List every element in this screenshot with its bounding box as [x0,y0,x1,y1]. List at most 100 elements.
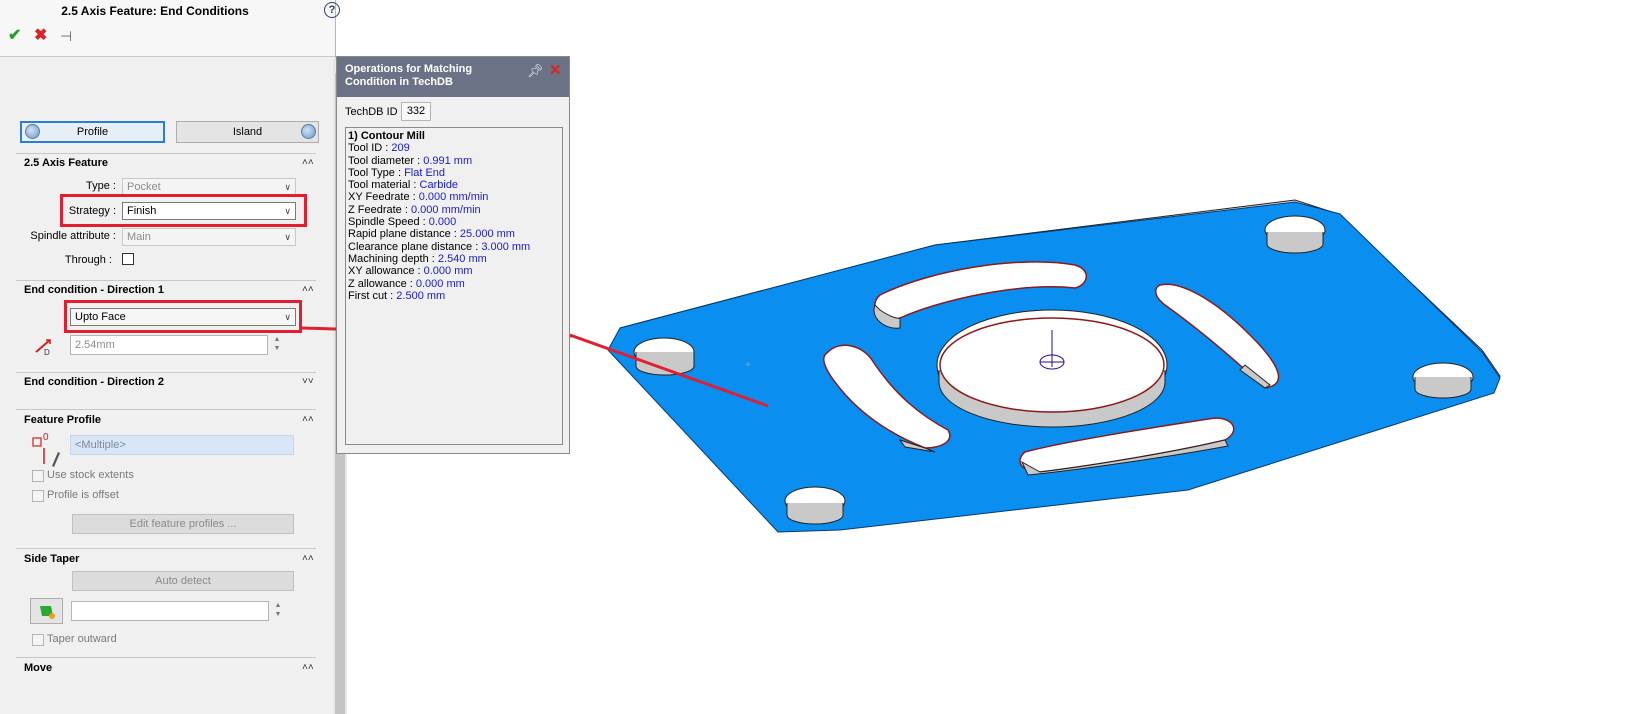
feature-profiles-value: <Multiple> [75,439,126,451]
profile-is-offset-checkbox[interactable] [32,490,44,502]
param-label: Machining depth : [348,252,438,265]
param-label: Tool Type : [348,166,405,179]
techdb-id-label: TechDB ID : [345,106,404,118]
depth-input-value: 2.54mm [75,339,115,351]
param-label: Rapid plane distance : [348,228,460,241]
island-button-label: Island [232,126,263,138]
collapse-chevron-icon[interactable]: ˄˄ [302,553,314,564]
svg-text:0: 0 [43,432,49,443]
param-label: Spindle Speed : [348,216,429,229]
spindle-attribute-select[interactable]: Main ∨ [122,228,296,246]
section-title-end-condition-1: End condition - Direction 1 [24,284,164,296]
through-label: Through : [64,254,112,266]
param-value: Carbide [419,179,459,192]
ok-check-icon[interactable]: ✔ [8,28,21,44]
param-label: Tool diameter : [348,154,424,167]
profile-button-label: Profile [76,126,109,138]
corner-hole [1264,215,1326,254]
param-label: First cut : [348,289,397,302]
taper-angle-button[interactable] [30,598,63,624]
graphics-viewport[interactable]: + [570,0,1646,714]
dropdown-arrow-icon: ∨ [284,232,291,242]
param-value: 0.991 mm [423,154,473,167]
dropdown-arrow-icon: ∨ [284,206,291,216]
taper-outward-checkbox[interactable] [32,634,44,646]
use-stock-extents-checkbox[interactable] [32,470,44,482]
cancel-x-icon[interactable]: ✖ [34,28,47,44]
param-row: Machining depth : 2.540 mm [348,253,560,265]
param-label: Tool ID : [348,142,392,155]
param-label: XY allowance : [348,265,424,278]
param-value: 3.000 mm [481,240,531,253]
techdb-id-value: 332 [401,102,431,121]
auto-detect-button[interactable]: Auto detect [72,571,294,591]
collapse-chevron-icon[interactable]: ˄˄ [302,284,314,295]
section-divider [16,372,316,373]
section-title-move: Move [24,662,53,674]
section-divider [16,548,316,549]
popup-pin-icon[interactable]: 📌︎ [527,63,544,79]
param-row: Tool Type : Flat End [348,167,560,179]
property-manager: 2.5 Axis Feature: End Conditions ? ✔ ✖ ⊣… [0,0,347,714]
param-row: First cut : 2.500 mm [348,290,560,302]
param-value: 25.000 mm [459,228,515,241]
param-value: 0.000 mm [415,277,465,290]
strategy-select[interactable]: Finish ∨ [122,202,296,220]
dropdown-arrow-icon: ∨ [284,182,291,192]
param-row: Tool material : Carbide [348,179,560,191]
section-divider [16,153,316,154]
collapse-chevron-icon[interactable]: ˄˄ [302,414,314,425]
through-checkbox[interactable] [122,253,134,265]
param-row: Clearance plane distance : 3.000 mm [348,241,560,253]
section-divider [16,280,316,281]
collapse-chevron-icon[interactable]: ˄˄ [302,157,314,168]
param-row: Z Feedrate : 0.000 mm/min [348,204,560,216]
depth-input[interactable]: 2.54mm [70,335,268,355]
strategy-label: Strategy : [68,205,116,217]
point-marker-icon: + [745,360,751,371]
end-condition-select[interactable]: Upto Face ∨ [70,308,296,326]
taper-angle-spinner[interactable]: ▲ ▼ [273,601,283,621]
param-row: XY Feedrate : 0.000 mm/min [348,191,560,203]
param-label: XY Feedrate : [348,191,419,204]
param-value: 0.000 [428,216,457,229]
strategy-select-value: Finish [127,205,157,217]
edit-feature-profiles-button[interactable]: Edit feature profiles ... [72,514,294,534]
param-label: Clearance plane distance : [348,240,482,253]
property-manager-header: 2.5 Axis Feature: End Conditions ? ✔ ✖ ⊣ [0,0,340,57]
section-title-feature: 2.5 Axis Feature [24,157,108,169]
dropdown-arrow-icon: ∨ [284,312,291,322]
expand-chevron-icon[interactable]: ˅˅ [302,376,314,387]
taper-outward-label: Taper outward [47,633,117,645]
param-value: 209 [391,142,410,155]
pushpin-icon[interactable]: ⊣ [60,28,72,44]
island-radio-icon [301,124,316,139]
collapse-chevron-icon[interactable]: ˄˄ [302,662,314,673]
section-title-side-taper: Side Taper [24,553,80,565]
feature-profile-icon: 0 [32,432,60,467]
param-label: Tool material : [348,179,420,192]
spindle-attribute-value: Main [127,231,151,243]
corner-hole [784,486,846,525]
techdb-operations-popup: Operations for Matching Condition in Tec… [336,56,570,454]
corner-hole [1412,362,1474,399]
feature-profiles-list[interactable]: <Multiple> [70,435,294,455]
profile-button[interactable]: Profile [20,121,165,143]
param-value: 2.500 mm [396,289,446,302]
end-condition-value: Upto Face [75,311,126,323]
param-row: Tool diameter : 0.991 mm [348,155,560,167]
island-button[interactable]: Island [176,121,319,143]
help-icon[interactable]: ? [324,2,340,18]
operations-list[interactable]: 1) Contour Mill Tool ID : 209 Tool diame… [345,127,563,445]
spindle-attribute-label: Spindle attribute : [30,230,116,242]
popup-close-icon[interactable]: ✕ [549,61,562,79]
type-select-value: Pocket [127,181,161,193]
popup-title: Operations for Matching Condition in Tec… [345,63,473,88]
param-row: Tool ID : 209 [348,142,560,154]
depth-spinner[interactable]: ▲ ▼ [272,335,282,355]
taper-angle-input[interactable] [71,601,269,621]
depth-icon: D [35,339,51,356]
section-title-end-condition-2: End condition - Direction 2 [24,376,164,388]
popup-header: Operations for Matching Condition in Tec… [337,57,569,97]
section-title-feature-profile: Feature Profile [24,414,102,426]
